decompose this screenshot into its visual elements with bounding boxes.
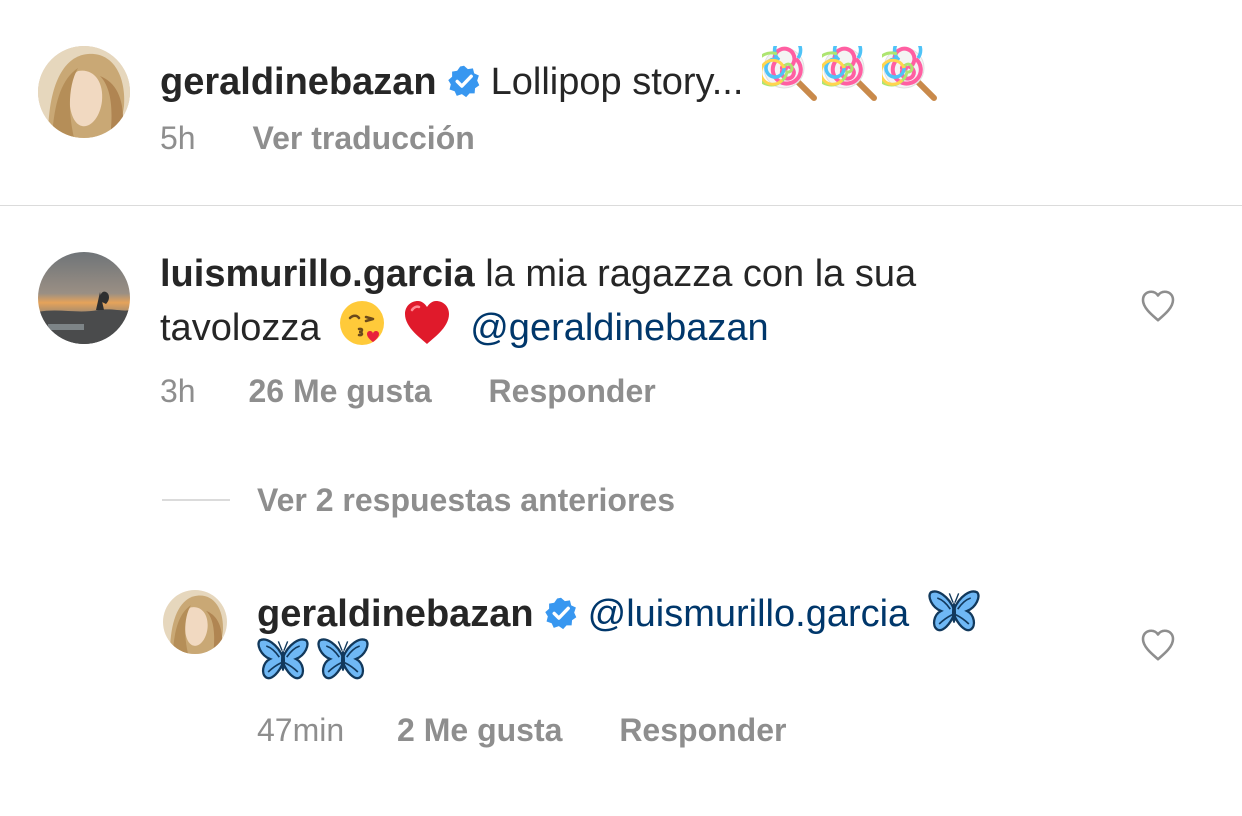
divider <box>0 205 1242 206</box>
reply-line-1: geraldinebazan @luismurillo.garcia <box>257 588 980 638</box>
comment-like-heart-icon[interactable] <box>1140 289 1176 323</box>
caption-avatar[interactable] <box>38 46 130 138</box>
caption-meta: 5h Ver traducción <box>160 118 475 158</box>
reply-username[interactable]: geraldinebazan <box>257 593 534 635</box>
butterfly-icon <box>317 636 369 682</box>
lollipop-icon <box>822 46 878 102</box>
reply-likes[interactable]: 2 Me gusta <box>397 712 562 748</box>
lollipop-icon <box>882 46 938 102</box>
view-replies-link[interactable]: Ver 2 respuestas anteriores <box>257 480 675 520</box>
caption-text: Lollipop story... <box>490 61 744 103</box>
comment-time: 3h <box>160 373 196 409</box>
caption-username[interactable]: geraldinebazan <box>160 61 437 103</box>
red-heart-icon <box>404 301 449 344</box>
replies-divider-line <box>162 499 230 501</box>
comment-line-2: tavolozza @geraldinebazan <box>160 298 769 352</box>
verified-badge-icon <box>447 64 481 98</box>
reply-mention[interactable]: @luismurillo.garcia <box>588 593 910 635</box>
comment-meta: 3h 26 Me gusta Responder <box>160 371 656 411</box>
kiss-face-icon <box>340 301 385 345</box>
reply-like-heart-icon[interactable] <box>1140 628 1176 662</box>
butterfly-icon <box>928 588 980 634</box>
comment-line-1: luismurillo.garcia la mia ragazza con la… <box>160 250 916 298</box>
comment-text-2: tavolozza <box>160 307 321 349</box>
reply-avatar[interactable] <box>163 590 227 654</box>
reply-time: 47min <box>257 712 345 748</box>
verified-badge-icon <box>544 596 578 630</box>
caption-line: geraldinebazan Lollipop story... <box>160 46 938 106</box>
lollipop-icon <box>762 46 818 102</box>
reply-meta: 47min 2 Me gusta Responder <box>257 710 786 750</box>
comment-avatar[interactable] <box>38 252 130 344</box>
translate-link[interactable]: Ver traducción <box>252 120 474 156</box>
comment-likes[interactable]: 26 Me gusta <box>248 373 431 409</box>
butterfly-icon <box>257 636 309 682</box>
comment-reply-button[interactable]: Responder <box>489 373 656 409</box>
comment-text-1: la mia ragazza con la sua <box>485 253 917 295</box>
caption-time: 5h <box>160 120 196 156</box>
comment-mention[interactable]: @geraldinebazan <box>470 307 768 349</box>
reply-reply-button[interactable]: Responder <box>619 712 786 748</box>
reply-line-2 <box>257 636 369 686</box>
comment-username[interactable]: luismurillo.garcia <box>160 253 475 295</box>
